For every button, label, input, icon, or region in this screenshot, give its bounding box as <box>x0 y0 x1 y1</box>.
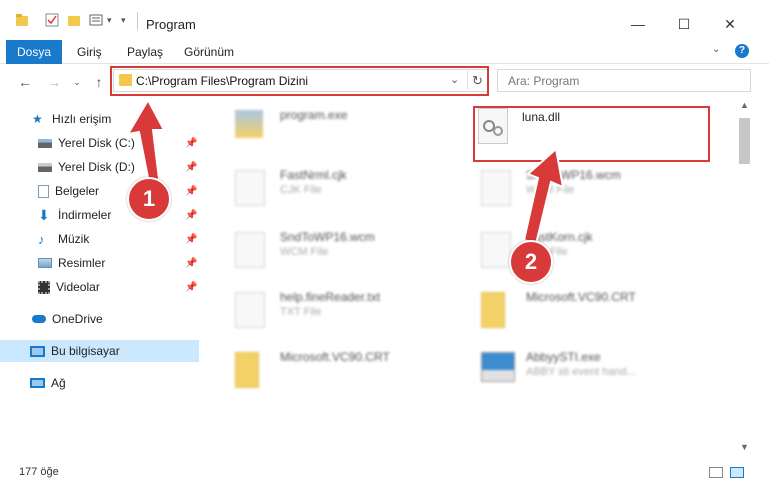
arrow-2 <box>522 147 565 246</box>
callout-arrows <box>126 97 565 246</box>
details-view-icon[interactable] <box>709 467 723 478</box>
callout-badge-2: 2 <box>509 240 553 284</box>
item-count: 177 öğe <box>19 466 59 478</box>
status-bar: 177 öğe <box>0 460 769 499</box>
callout-badge-1: 1 <box>127 177 171 221</box>
large-icons-view-icon[interactable] <box>730 467 744 478</box>
arrow-1 <box>126 97 166 190</box>
